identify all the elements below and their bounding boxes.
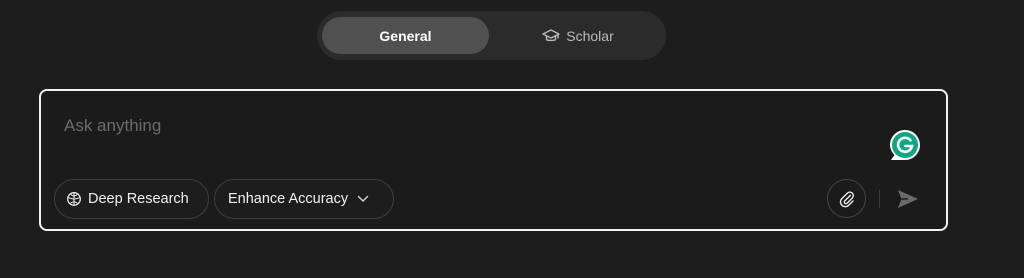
send-icon (896, 188, 920, 210)
deep-research-label: Deep Research (88, 191, 189, 207)
page: General Scholar Ask anything Deep Resear… (0, 0, 1024, 278)
graduation-cap-icon (542, 28, 560, 44)
toolbar-divider (879, 190, 880, 208)
tab-general[interactable]: General (322, 17, 489, 54)
attach-button[interactable] (827, 179, 866, 218)
paperclip-icon (838, 190, 856, 208)
grammarly-icon[interactable] (888, 128, 922, 162)
enhance-accuracy-label: Enhance Accuracy (228, 191, 349, 207)
brain-icon (66, 191, 82, 207)
chat-input-box: Deep Research Enhance Accuracy (39, 89, 948, 231)
deep-research-button[interactable]: Deep Research (54, 179, 209, 219)
tab-general-label: General (379, 27, 432, 44)
tab-scholar-label: Scholar (566, 27, 614, 44)
enhance-accuracy-dropdown[interactable]: Enhance Accuracy (214, 179, 394, 219)
mode-toggle: General Scholar (317, 11, 666, 60)
chevron-down-icon (357, 195, 369, 203)
tab-scholar[interactable]: Scholar (495, 17, 661, 54)
send-button[interactable] (894, 186, 922, 212)
prompt-input[interactable] (64, 113, 864, 139)
